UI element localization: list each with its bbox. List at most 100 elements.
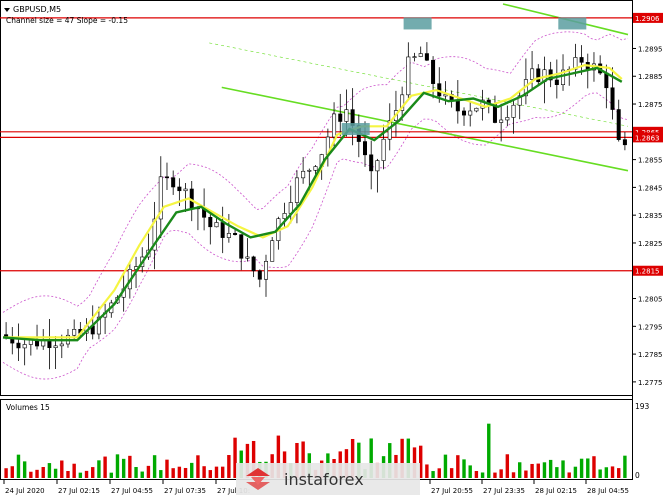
volume-bar [604,467,609,478]
candle-body[interactable] [307,169,312,172]
volume-bar [592,456,596,478]
volume-bar [443,454,448,478]
x-tick-label: 28 Jul 02:15 [535,487,577,495]
volume-bar [190,462,194,478]
volume-bar [536,463,540,478]
candle-body[interactable] [369,154,374,172]
volume-bar [499,469,503,478]
instaforex-watermark: instaforex [236,463,420,495]
volume-bar [146,465,151,478]
volume-title: Volumes 15 [6,403,50,412]
volume-bar [511,472,516,478]
candle-body[interactable] [418,53,423,57]
volume-bar [196,455,200,478]
y-tick-label: 1.2845 [638,184,663,192]
volume-bar [183,467,188,478]
candle-body[interactable] [455,99,460,112]
candle-body[interactable] [301,170,306,179]
candle-body[interactable] [294,177,299,203]
candle-body[interactable] [622,139,627,146]
volume-bar [53,468,58,478]
chart-window[interactable]: 1.29061.28651.28631.2815 1.28951.28851.2… [0,0,665,499]
candle-body[interactable] [226,233,231,238]
candle-body[interactable] [511,104,516,118]
candle-body[interactable] [499,119,504,123]
candle-body[interactable] [177,186,182,192]
candle-body[interactable] [610,87,615,110]
candle-body[interactable] [344,109,349,122]
volume-bar [16,454,21,478]
volume-bar [487,423,491,478]
volume-bar [573,466,578,478]
x-tick-label: 27 Jul 04:55 [111,487,153,495]
candle-body[interactable] [530,68,535,80]
volume-bar [208,470,213,478]
volume-bar [227,455,231,478]
price-chart[interactable]: 1.29061.28651.28631.2815 1.28951.28851.2… [0,0,665,499]
volume-bar [60,460,64,478]
volume-max-label: 193 [635,402,650,411]
signal-marker[interactable] [403,17,432,30]
candle-body[interactable] [263,261,268,280]
candle-body[interactable] [375,160,380,172]
y-tick-label: 1.2795 [638,323,663,331]
volume-bar [134,466,138,478]
candle-body[interactable] [53,345,58,349]
level-label: 1.2906 [635,15,660,23]
candle-body[interactable] [171,177,176,188]
candle-body[interactable] [220,222,225,238]
x-tick-label: 27 Jul 02:15 [58,487,100,495]
candle-body[interactable] [183,188,188,192]
candle-body[interactable] [462,110,467,116]
candle-body[interactable] [363,141,368,156]
candle-body[interactable] [474,107,479,112]
candle-body[interactable] [406,56,411,96]
candle-body[interactable] [257,270,262,280]
candle-body[interactable] [604,72,609,89]
candle-body[interactable] [164,176,169,179]
candle-body[interactable] [59,343,64,347]
candle-body[interactable] [282,213,287,219]
candle-body[interactable] [22,344,27,349]
volume-bar [121,458,126,478]
candle-body[interactable] [239,234,244,259]
volume-bar [437,468,441,478]
candle-body[interactable] [424,53,429,61]
candle-body[interactable] [270,240,275,262]
volume-bar [456,455,460,478]
candle-body[interactable] [251,256,256,272]
candle-body[interactable] [468,110,473,116]
volume-bar [425,464,429,478]
candle-body[interactable] [214,222,219,228]
volume-bar [493,472,497,478]
candle-body[interactable] [616,109,621,140]
volume-bar [462,459,466,478]
candle-body[interactable] [536,68,541,83]
candle-body[interactable] [412,56,417,58]
volume-bar [91,467,95,478]
volume-bar [140,471,144,478]
x-tick-label: 24 Jul 2020 [5,487,45,495]
candle-body[interactable] [381,138,386,161]
volume-bar [449,468,454,478]
candle-body[interactable] [338,113,343,122]
candle-body[interactable] [431,59,436,84]
candle-body[interactable] [233,233,238,235]
candle-body[interactable] [505,117,510,121]
channel-label: Channel size = 47 Slope = -0.15 [6,16,128,25]
signal-marker[interactable] [558,17,587,30]
signal-marker[interactable] [341,123,370,136]
candle-body[interactable] [554,79,559,86]
candle-body[interactable] [579,57,584,63]
x-tick-label: 27 Jul 23:35 [483,487,525,495]
candle-body[interactable] [332,113,337,138]
candle-body[interactable] [245,256,250,259]
candle-body[interactable] [16,342,21,349]
y-tick-label: 1.2875 [638,101,663,109]
volume-bar [165,459,169,478]
volume-bar [41,467,45,478]
candle-body[interactable] [313,166,318,171]
candle-body[interactable] [208,216,213,228]
candle-body[interactable] [72,329,77,336]
volume-bar [22,461,27,478]
